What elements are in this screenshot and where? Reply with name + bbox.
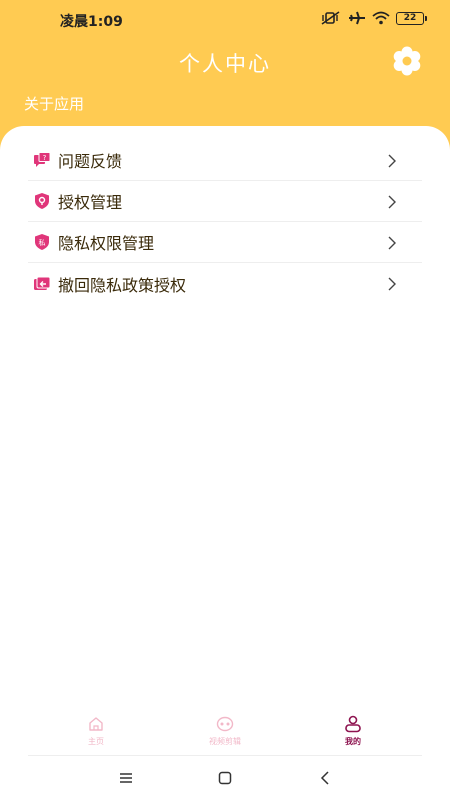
status-bar: 凌晨1:09 22 xyxy=(0,0,450,36)
menu-item-auth-management[interactable]: 授权管理 xyxy=(28,181,422,222)
menu-list: ? 问题反馈 授权管理 私 隐私权限管理 撤回隐私政策授权 xyxy=(28,140,422,304)
chevron-right-icon xyxy=(388,153,396,172)
auth-shield-icon xyxy=(32,191,52,211)
mute-vibrate-icon xyxy=(320,11,342,25)
section-label: 关于应用 xyxy=(24,95,85,113)
tab-label: 主页 xyxy=(88,737,104,746)
bottom-tab-bar: 主页 视频剪辑 我的 xyxy=(0,714,450,754)
settings-button[interactable] xyxy=(390,46,424,80)
status-time: 凌晨1:09 xyxy=(60,14,123,30)
airplane-icon xyxy=(348,11,366,25)
tab-home[interactable]: 主页 xyxy=(56,714,136,754)
tab-label: 视频剪辑 xyxy=(209,737,241,746)
chevron-right-icon xyxy=(388,276,396,295)
menu-card: ? 问题反馈 授权管理 私 隐私权限管理 撤回隐私政策授权 xyxy=(0,126,450,302)
wifi-icon xyxy=(372,11,390,25)
back-icon[interactable] xyxy=(313,768,337,788)
tab-video-edit[interactable]: 视频剪辑 xyxy=(185,714,265,754)
menu-item-feedback[interactable]: ? 问题反馈 xyxy=(28,140,422,181)
chevron-right-icon xyxy=(388,235,396,254)
system-nav-bar xyxy=(0,762,450,794)
profile-icon xyxy=(344,714,362,734)
menu-item-label: 撤回隐私政策授权 xyxy=(58,275,187,295)
battery-icon: 22 xyxy=(396,11,427,25)
status-icons: 22 xyxy=(320,10,427,26)
menu-item-privacy-management[interactable]: 私 隐私权限管理 xyxy=(28,222,422,263)
menu-item-label: 问题反馈 xyxy=(58,152,123,171)
chevron-right-icon xyxy=(388,194,396,213)
menu-item-label: 隐私权限管理 xyxy=(58,234,155,253)
tab-label: 我的 xyxy=(345,737,361,746)
feedback-icon: ? xyxy=(32,150,52,170)
home-icon xyxy=(88,714,104,734)
menu-item-revoke-privacy[interactable]: 撤回隐私政策授权 xyxy=(28,263,422,304)
menu-icon[interactable] xyxy=(114,768,138,788)
home-square-icon[interactable] xyxy=(213,768,237,788)
privacy-shield-icon: 私 xyxy=(32,232,52,252)
svg-text:?: ? xyxy=(43,154,47,162)
divider xyxy=(28,755,422,756)
video-edit-icon xyxy=(216,714,234,734)
revoke-icon xyxy=(32,274,52,294)
page-title: 个人中心 xyxy=(179,52,271,76)
svg-text:私: 私 xyxy=(39,238,46,247)
tab-profile[interactable]: 我的 xyxy=(313,714,393,754)
gear-icon xyxy=(391,45,423,81)
menu-item-label: 授权管理 xyxy=(58,193,123,212)
